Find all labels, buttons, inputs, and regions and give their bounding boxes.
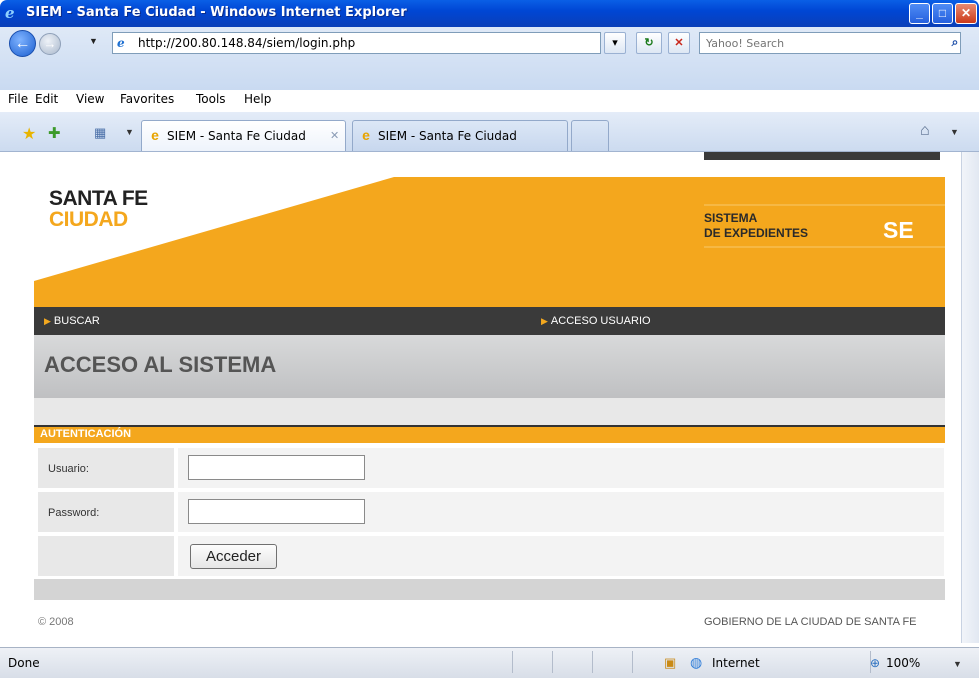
- quick-tabs-icon[interactable]: ▦: [94, 125, 106, 141]
- site-banner: [34, 177, 945, 307]
- maximize-button[interactable]: □: [932, 3, 953, 24]
- submit-field-cell: [178, 536, 944, 576]
- status-separator: [512, 651, 513, 673]
- zoom-dropdown-icon[interactable]: ▼: [953, 659, 962, 669]
- form-bottom-band: [34, 579, 945, 600]
- username-label: Usuario:: [48, 463, 89, 475]
- nav-buscar-label: BUSCAR: [53, 315, 100, 327]
- address-bar[interactable]: e http://200.80.148.84/siem/login.php: [112, 32, 601, 54]
- password-input[interactable]: [188, 499, 365, 524]
- nav-arrow-icon: ▶: [44, 316, 51, 326]
- internet-explorer-icon: e: [5, 4, 15, 22]
- system-abbreviation: SE: [883, 217, 914, 243]
- menu-help[interactable]: Help: [244, 92, 271, 106]
- address-dropdown-button[interactable]: ▾: [604, 32, 626, 54]
- nav-acceso-usuario-label: ACCESO USUARIO: [550, 315, 651, 327]
- menu-edit[interactable]: Edit: [35, 92, 58, 106]
- page-icon: e: [117, 36, 125, 50]
- footer-government: GOBIERNO DE LA CIUDAD DE SANTA FE: [704, 616, 917, 628]
- home-icon[interactable]: ⌂: [920, 122, 930, 140]
- favorites-star-icon[interactable]: ★: [22, 124, 36, 144]
- section-header: [34, 425, 945, 443]
- add-favorites-icon[interactable]: ✚: [48, 124, 61, 142]
- nav-acceso-usuario[interactable]: ▶ ACCESO USUARIO: [541, 315, 651, 327]
- page-title: ACCESO AL SISTEMA: [44, 352, 277, 377]
- nav-arrow-icon: ▶: [541, 316, 548, 326]
- vertical-scrollbar[interactable]: [961, 152, 979, 643]
- search-icon[interactable]: ⌕: [944, 32, 966, 54]
- tab-favicon: e: [151, 127, 159, 143]
- window-title-bar[interactable]: e SIEM - Santa Fe Ciudad - Windows Inter…: [0, 0, 979, 27]
- status-bar: [0, 647, 979, 678]
- top-accent-bar: [704, 152, 940, 160]
- search-box[interactable]: [699, 32, 961, 54]
- tab-close-icon[interactable]: ✕: [330, 129, 339, 142]
- new-tab-button[interactable]: [571, 120, 609, 151]
- system-name-line2: DE EXPEDIENTES: [704, 226, 809, 240]
- recent-pages-dropdown-icon[interactable]: ▼: [89, 36, 98, 46]
- back-button[interactable]: ←: [9, 30, 36, 57]
- search-input[interactable]: [700, 33, 960, 53]
- zoom-level[interactable]: 100%: [886, 656, 920, 670]
- tab-list-dropdown-icon[interactable]: ▼: [125, 127, 134, 137]
- refresh-button[interactable]: ↻: [636, 32, 662, 54]
- protected-mode-icon[interactable]: ▣: [664, 655, 676, 671]
- status-separator: [632, 651, 633, 673]
- tab-active[interactable]: e SIEM - Santa Fe Ciudad ✕: [141, 120, 346, 151]
- zoom-icon[interactable]: ⊕: [870, 656, 880, 670]
- status-text: Done: [8, 656, 40, 670]
- logo-ciudad: CIUDAD: [49, 208, 128, 231]
- menu-view[interactable]: View: [76, 92, 104, 106]
- system-name-line1: SISTEMA: [704, 211, 758, 225]
- menu-file[interactable]: File: [8, 92, 28, 106]
- footer-copyright: © 2008: [38, 616, 74, 628]
- menu-tools[interactable]: Tools: [196, 92, 226, 106]
- minimize-button[interactable]: _: [909, 3, 930, 24]
- site-nav-bar: [34, 307, 945, 335]
- tab-favicon: e: [362, 127, 370, 143]
- password-label: Password:: [48, 507, 100, 519]
- section-label: AUTENTICACIÓN: [40, 428, 132, 440]
- username-input[interactable]: [188, 455, 365, 480]
- tab-label: SIEM - Santa Fe Ciudad: [167, 129, 306, 143]
- tab-label: SIEM - Santa Fe Ciudad: [378, 129, 517, 143]
- stop-button[interactable]: ✕: [668, 32, 690, 54]
- window-title: SIEM - Santa Fe Ciudad - Windows Interne…: [26, 5, 407, 20]
- spacer-band: [34, 398, 945, 425]
- home-dropdown-icon[interactable]: ▼: [950, 127, 959, 137]
- nav-buscar[interactable]: ▶ BUSCAR: [44, 315, 100, 327]
- menu-favorites[interactable]: Favorites: [120, 92, 174, 106]
- forward-button[interactable]: →: [39, 33, 61, 55]
- acceder-button[interactable]: Acceder: [190, 544, 277, 569]
- address-url: http://200.80.148.84/siem/login.php: [138, 36, 356, 50]
- internet-zone-icon[interactable]: ◍: [690, 654, 702, 671]
- tab-inactive[interactable]: e SIEM - Santa Fe Ciudad: [352, 120, 568, 151]
- submit-label-cell: [38, 536, 174, 576]
- security-zone-label: Internet: [712, 656, 760, 670]
- status-separator: [592, 651, 593, 673]
- status-separator: [552, 651, 553, 673]
- close-button[interactable]: ✕: [955, 3, 977, 24]
- banner-graphic: [34, 177, 945, 307]
